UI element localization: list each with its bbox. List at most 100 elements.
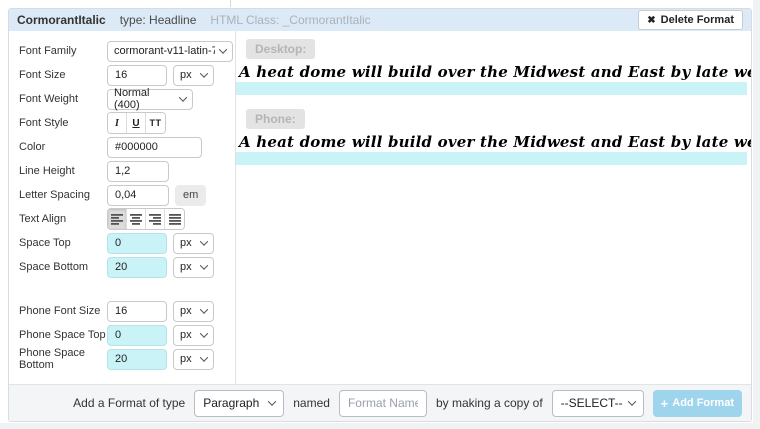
align-right-icon	[149, 214, 161, 225]
font-family-label: Font Family	[19, 45, 107, 57]
letter-spacing-unit: em	[175, 185, 206, 206]
phone-space-bottom-highlight	[236, 152, 747, 165]
desktop-preview-group: Desktop: A heat dome will build over the…	[236, 39, 751, 95]
add-format-bar: Add a Format of type Paragraph named by …	[9, 384, 751, 421]
desktop-preview-badge: Desktop:	[246, 39, 315, 59]
field-font-family: Font Family cormorant-v11-latin-700itali…	[9, 39, 235, 63]
format-editor-card: CormorantItalic type: Headline HTML Clas…	[8, 8, 752, 422]
phone-space-bottom-label: Phone Space Bottom	[19, 347, 107, 371]
format-type-value: Paragraph	[203, 396, 259, 410]
field-space-bottom: Space Bottom px	[9, 255, 235, 279]
letter-spacing-input[interactable]	[107, 185, 169, 206]
field-phone-font-size: Phone Font Size px	[9, 299, 235, 323]
chevron-down-icon	[200, 261, 208, 269]
phone-space-bottom-unit-value: px	[180, 353, 192, 365]
color-input[interactable]	[107, 137, 202, 158]
phone-space-top-label: Phone Space Top	[19, 329, 107, 341]
chevron-down-icon	[219, 45, 227, 53]
phone-space-bottom-unit-select[interactable]: px	[173, 349, 214, 370]
phone-space-bottom-input[interactable]	[107, 349, 167, 370]
align-right-button[interactable]	[146, 209, 165, 229]
copy-source-select[interactable]: --SELECT--	[552, 390, 644, 417]
phone-space-top-unit-value: px	[180, 329, 192, 341]
chevron-down-icon	[200, 237, 208, 245]
font-style-button-group: I U TT	[107, 112, 166, 134]
italic-button[interactable]: I	[108, 113, 127, 133]
align-center-button[interactable]	[127, 209, 146, 229]
phone-sample-text: A heat dome will build over the Midwest …	[236, 129, 751, 152]
field-font-style: Font Style I U TT	[9, 111, 235, 135]
format-type-select[interactable]: Paragraph	[194, 390, 284, 417]
space-bottom-unit-select[interactable]: px	[173, 257, 214, 278]
phone-preview-badge: Phone:	[246, 109, 305, 129]
font-family-select[interactable]: cormorant-v11-latin-700italic	[107, 41, 233, 62]
uppercase-button[interactable]: TT	[146, 113, 165, 133]
field-font-weight: Font Weight Normal (400)	[9, 87, 235, 111]
space-top-label: Space Top	[19, 237, 107, 249]
space-bottom-unit-value: px	[180, 261, 192, 273]
underline-button[interactable]: U	[127, 113, 146, 133]
line-height-input[interactable]	[107, 161, 169, 182]
phone-font-size-label: Phone Font Size	[19, 305, 107, 317]
add-format-label: Add Format	[672, 397, 734, 409]
align-justify-icon	[169, 214, 181, 225]
font-family-value: cormorant-v11-latin-700italic	[114, 45, 215, 57]
space-top-unit-select[interactable]: px	[173, 233, 214, 254]
delete-format-label: Delete Format	[661, 14, 734, 26]
desktop-space-bottom-highlight	[236, 82, 747, 95]
field-phone-space-bottom: Phone Space Bottom px	[9, 347, 235, 371]
line-height-label: Line Height	[19, 165, 107, 177]
font-size-unit-select[interactable]: px	[173, 65, 214, 86]
text-align-label: Text Align	[19, 213, 107, 225]
font-weight-select[interactable]: Normal (400)	[107, 89, 193, 110]
chevron-down-icon	[179, 93, 187, 101]
space-top-input[interactable]	[107, 233, 167, 254]
copy-of-label: by making a copy of	[436, 396, 543, 410]
add-format-button[interactable]: + Add Format	[653, 390, 742, 417]
phone-font-size-input[interactable]	[107, 301, 167, 322]
format-settings-panel: Font Family cormorant-v11-latin-700itali…	[9, 31, 236, 384]
font-size-input[interactable]	[107, 65, 167, 86]
phone-font-size-unit-value: px	[180, 305, 192, 317]
chevron-down-icon	[200, 305, 208, 313]
field-letter-spacing: Letter Spacing em	[9, 183, 235, 207]
field-space-top: Space Top px	[9, 231, 235, 255]
chevron-down-icon	[268, 397, 276, 405]
format-name-input[interactable]	[339, 390, 427, 417]
chevron-down-icon	[627, 397, 635, 405]
copy-source-value: --SELECT--	[561, 396, 623, 410]
field-line-height: Line Height	[9, 159, 235, 183]
align-left-icon	[111, 214, 123, 225]
editor-content: Font Family cormorant-v11-latin-700itali…	[9, 31, 751, 384]
phone-font-size-unit-select[interactable]: px	[173, 301, 214, 322]
space-bottom-input[interactable]	[107, 257, 167, 278]
field-phone-space-top: Phone Space Top px	[9, 323, 235, 347]
close-icon: ✖	[647, 15, 655, 26]
field-font-size: Font Size px	[9, 63, 235, 87]
color-label: Color	[19, 141, 107, 153]
font-weight-value: Normal (400)	[114, 87, 175, 111]
plus-icon: +	[661, 396, 669, 411]
desktop-sample-text: A heat dome will build over the Midwest …	[236, 59, 751, 82]
align-left-button[interactable]	[108, 209, 127, 229]
add-format-prefix-label: Add a Format of type	[73, 396, 185, 410]
format-type: type: Headline	[120, 13, 197, 27]
chevron-down-icon	[200, 329, 208, 337]
format-html-class: HTML Class: _CormorantItalic	[210, 13, 370, 27]
font-weight-label: Font Weight	[19, 93, 107, 105]
chevron-down-icon	[200, 69, 208, 77]
phone-preview-group: Phone: A heat dome will build over the M…	[236, 109, 751, 165]
align-justify-button[interactable]	[165, 209, 184, 229]
text-align-button-group	[107, 208, 185, 230]
field-text-align: Text Align	[9, 207, 235, 231]
chevron-down-icon	[200, 353, 208, 361]
delete-format-button[interactable]: ✖ Delete Format	[638, 10, 743, 30]
space-top-unit-value: px	[180, 237, 192, 249]
space-bottom-label: Space Bottom	[19, 261, 107, 273]
font-size-unit-value: px	[180, 69, 192, 81]
phone-space-top-input[interactable]	[107, 325, 167, 346]
format-name: CormorantItalic	[17, 13, 106, 27]
format-header: CormorantItalic type: Headline HTML Clas…	[9, 9, 751, 31]
phone-space-top-unit-select[interactable]: px	[173, 325, 214, 346]
field-color: Color	[9, 135, 235, 159]
